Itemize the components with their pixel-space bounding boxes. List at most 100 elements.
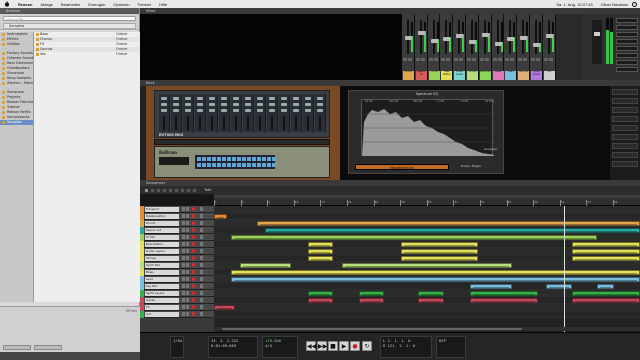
channel-name[interactable]: Drums (403, 71, 414, 80)
knob[interactable] (185, 97, 191, 100)
knob[interactable] (161, 97, 167, 100)
channel-fader[interactable] (295, 116, 297, 130)
step-button[interactable] (207, 157, 211, 161)
target-select[interactable]: Mastersektion (355, 164, 449, 170)
channel-fader[interactable] (419, 20, 422, 54)
channel-fader[interactable] (247, 116, 249, 130)
channel-fader[interactable] (496, 20, 499, 54)
knob[interactable] (257, 109, 263, 112)
browser-location-item[interactable]: Utilities (0, 42, 33, 47)
knob[interactable] (269, 103, 275, 106)
fader-knob[interactable] (494, 41, 502, 46)
clip[interactable] (418, 298, 445, 303)
mute-button[interactable] (182, 291, 185, 295)
solo-button[interactable] (186, 312, 189, 316)
track-header[interactable]: Synth Layers (140, 290, 214, 297)
solo-button[interactable] (186, 305, 189, 309)
insert-slot[interactable] (616, 60, 638, 65)
magnify-tool-icon[interactable] (174, 187, 179, 193)
track-menu-icon[interactable] (200, 256, 203, 260)
mixer-channel[interactable] (231, 94, 242, 132)
track-lane[interactable] (214, 234, 640, 241)
knob[interactable] (257, 103, 263, 106)
stop-button[interactable]: ■ (328, 341, 338, 351)
track-name[interactable]: FX (145, 305, 179, 310)
mute-button[interactable] (454, 58, 459, 61)
rack-slot[interactable] (612, 134, 638, 140)
mute-button[interactable] (182, 235, 185, 239)
fader-knob[interactable] (468, 40, 476, 44)
track-lane[interactable] (214, 220, 640, 227)
clip[interactable] (307, 291, 334, 296)
knob[interactable] (209, 97, 215, 100)
track-lane[interactable] (214, 255, 640, 262)
record-enable-button[interactable] (192, 256, 195, 260)
browser-button[interactable] (34, 345, 62, 350)
clip[interactable] (469, 298, 538, 303)
step-button[interactable] (207, 163, 211, 167)
menu-item[interactable]: Bearbeiten (57, 2, 84, 7)
channel-strip[interactable]: Out (542, 14, 556, 80)
track-name[interactable]: Lead (145, 277, 179, 282)
track-lane[interactable] (214, 297, 640, 304)
knob[interactable] (281, 109, 287, 112)
solo-button[interactable] (420, 58, 425, 61)
track-lane[interactable] (214, 290, 640, 297)
solo-button[interactable] (548, 58, 553, 61)
fader-knob[interactable] (545, 34, 553, 38)
step-button[interactable] (267, 157, 271, 161)
clip[interactable] (256, 221, 640, 226)
record-enable-button[interactable] (192, 291, 195, 295)
play-button[interactable]: ▶ (339, 341, 349, 351)
track-name[interactable]: Key Pad (145, 284, 179, 289)
step-button[interactable] (242, 163, 246, 167)
step-button[interactable] (272, 163, 276, 167)
channel-name[interactable]: Key Pad (518, 71, 530, 80)
track-header[interactable]: Bass Station (140, 241, 214, 248)
knob[interactable] (233, 97, 239, 100)
track-menu-icon[interactable] (200, 284, 203, 288)
track-name[interactable]: Drums (145, 221, 179, 226)
solo-button[interactable] (186, 256, 189, 260)
step-button[interactable] (222, 163, 226, 167)
menu-item[interactable]: Fenster (134, 2, 156, 7)
track-menu-icon[interactable] (200, 207, 203, 211)
track-lane[interactable] (214, 227, 640, 234)
position-display[interactable]: 33. 3. 2.222 0:01:09:063 (208, 336, 258, 358)
browser-location-item[interactable]: Zeichen - Patches (0, 81, 33, 86)
record-enable-button[interactable] (192, 214, 195, 218)
click-section[interactable]: 1/64 (170, 336, 184, 358)
solo-button[interactable] (510, 58, 515, 61)
solo-button[interactable] (523, 58, 528, 61)
solo-button[interactable] (186, 242, 189, 246)
song-time[interactable]: 0:01:09:063 (211, 343, 255, 348)
solo-button[interactable] (186, 228, 189, 232)
clip[interactable] (597, 284, 615, 289)
knob[interactable] (305, 109, 311, 112)
mixer-channel[interactable] (255, 94, 266, 132)
channel-name[interactable]: Synth Layers (530, 71, 542, 80)
mixer-channel[interactable] (267, 94, 278, 132)
knob[interactable] (317, 97, 323, 100)
mute-button[interactable] (182, 249, 185, 253)
mute-button[interactable] (492, 58, 497, 61)
step-button[interactable] (252, 163, 256, 167)
track-name[interactable]: Vocals (145, 298, 179, 303)
mute-button[interactable] (182, 312, 185, 316)
clock[interactable]: Sa. 1. Aug. 10:07:43 (552, 2, 596, 7)
fader-knob[interactable] (405, 35, 412, 40)
browser-location-item[interactable]: Samples (0, 120, 33, 125)
knob[interactable] (269, 109, 275, 112)
track-header[interactable]: Strings (140, 255, 214, 262)
loop-locators[interactable]: L 1. 1. 1. 0 R 121. 1. 1. 0 (380, 336, 432, 358)
solo-button[interactable] (186, 221, 189, 225)
track-header[interactable]: Guitar Layers (140, 248, 214, 255)
step-button[interactable] (247, 157, 251, 161)
step-button[interactable] (237, 163, 241, 167)
channel-fader[interactable] (223, 116, 225, 130)
channel-fader[interactable] (235, 116, 237, 130)
clip[interactable] (418, 291, 445, 296)
fader-knob[interactable] (507, 37, 515, 41)
mute-button[interactable] (182, 284, 185, 288)
clip[interactable] (546, 284, 572, 289)
